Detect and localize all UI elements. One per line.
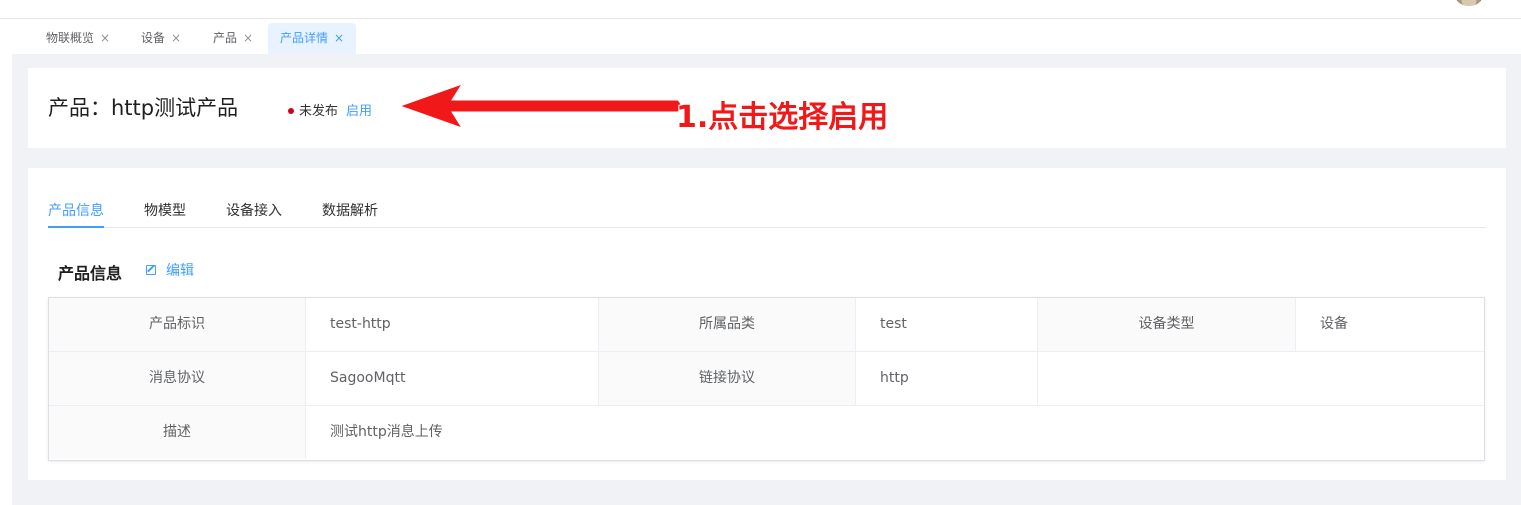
tab-label: 产品详情 — [280, 31, 329, 45]
cell-value: SagooMqtt — [306, 352, 599, 405]
cell-value: 测试http消息上传 — [330, 424, 443, 440]
tab-overview[interactable]: 物联概览 × — [34, 23, 122, 54]
close-icon[interactable]: × — [243, 31, 253, 45]
cell-label: 所属品类 — [599, 298, 856, 351]
cell-value: test — [856, 298, 1038, 351]
table-row: 描述 测试http消息上传 — [49, 406, 1484, 460]
status-dot-icon — [288, 107, 294, 114]
tab-thing-model[interactable]: 物模型 — [144, 200, 186, 220]
product-detail-card: 产品信息 物模型 设备接入 数据解析 产品信息 编辑 产品标识 test-htt… — [28, 168, 1506, 480]
close-icon[interactable]: × — [100, 31, 110, 45]
cell-empty — [1038, 352, 1484, 405]
cell-label: 产品标识 — [49, 298, 306, 351]
tab-device-access[interactable]: 设备接入 — [226, 200, 282, 220]
section-title: 产品信息 — [58, 264, 123, 283]
page-title: 产品：http测试产品 — [48, 96, 239, 120]
user-avatar[interactable] — [1456, 0, 1482, 6]
edit-icon — [146, 265, 156, 275]
cell-value: 设备 — [1320, 316, 1348, 332]
status-text: 未发布 — [299, 104, 339, 119]
tab-device[interactable]: 设备 × — [129, 23, 193, 54]
enable-link[interactable]: 启用 — [346, 104, 372, 119]
close-icon[interactable]: × — [171, 31, 181, 45]
product-header-card: 产品：http测试产品 未发布 启用 1.点击选择启用 — [28, 68, 1506, 148]
edit-label: 编辑 — [166, 263, 194, 279]
status-badge: 未发布 启用 — [288, 100, 372, 119]
tab-label: 物联概览 — [46, 31, 95, 45]
cell-label: 描述 — [49, 406, 306, 459]
main-content: 产品：http测试产品 未发布 启用 1.点击选择启用 产品信息 物模型 设备接入… — [12, 54, 1521, 505]
annotation-text: 1.点击选择启用 — [676, 100, 889, 135]
tags-view-bar: 物联概览 × 设备 × 产品 × 产品详情 × — [12, 20, 1521, 54]
annotation-arrow-icon — [398, 83, 682, 129]
cell-label: 链接协议 — [599, 352, 856, 405]
cell-value: http — [856, 352, 1038, 405]
cell-label: 设备类型 — [1038, 298, 1296, 351]
tab-label: 产品 — [213, 31, 238, 45]
tab-label: 设备 — [141, 31, 166, 45]
product-info-table: 产品标识 test-http 所属品类 test 设备类型 设备 消息协议 Sa… — [48, 297, 1485, 461]
table-row: 产品标识 test-http 所属品类 test 设备类型 设备 — [49, 298, 1484, 352]
table-row: 消息协议 SagooMqtt 链接协议 http — [49, 352, 1484, 406]
cell-label: 消息协议 — [49, 352, 306, 405]
edit-button[interactable]: 编辑 — [146, 260, 194, 280]
top-navbar — [0, 0, 1521, 19]
cell-value: test-http — [306, 298, 599, 351]
tab-product-info[interactable]: 产品信息 — [48, 200, 104, 228]
close-icon[interactable]: × — [334, 31, 344, 45]
tab-product-detail[interactable]: 产品详情 × — [268, 23, 357, 54]
detail-tabs: 产品信息 物模型 设备接入 数据解析 — [48, 188, 1486, 228]
tab-data-parsing[interactable]: 数据解析 — [322, 200, 378, 220]
tab-product[interactable]: 产品 × — [201, 23, 265, 54]
